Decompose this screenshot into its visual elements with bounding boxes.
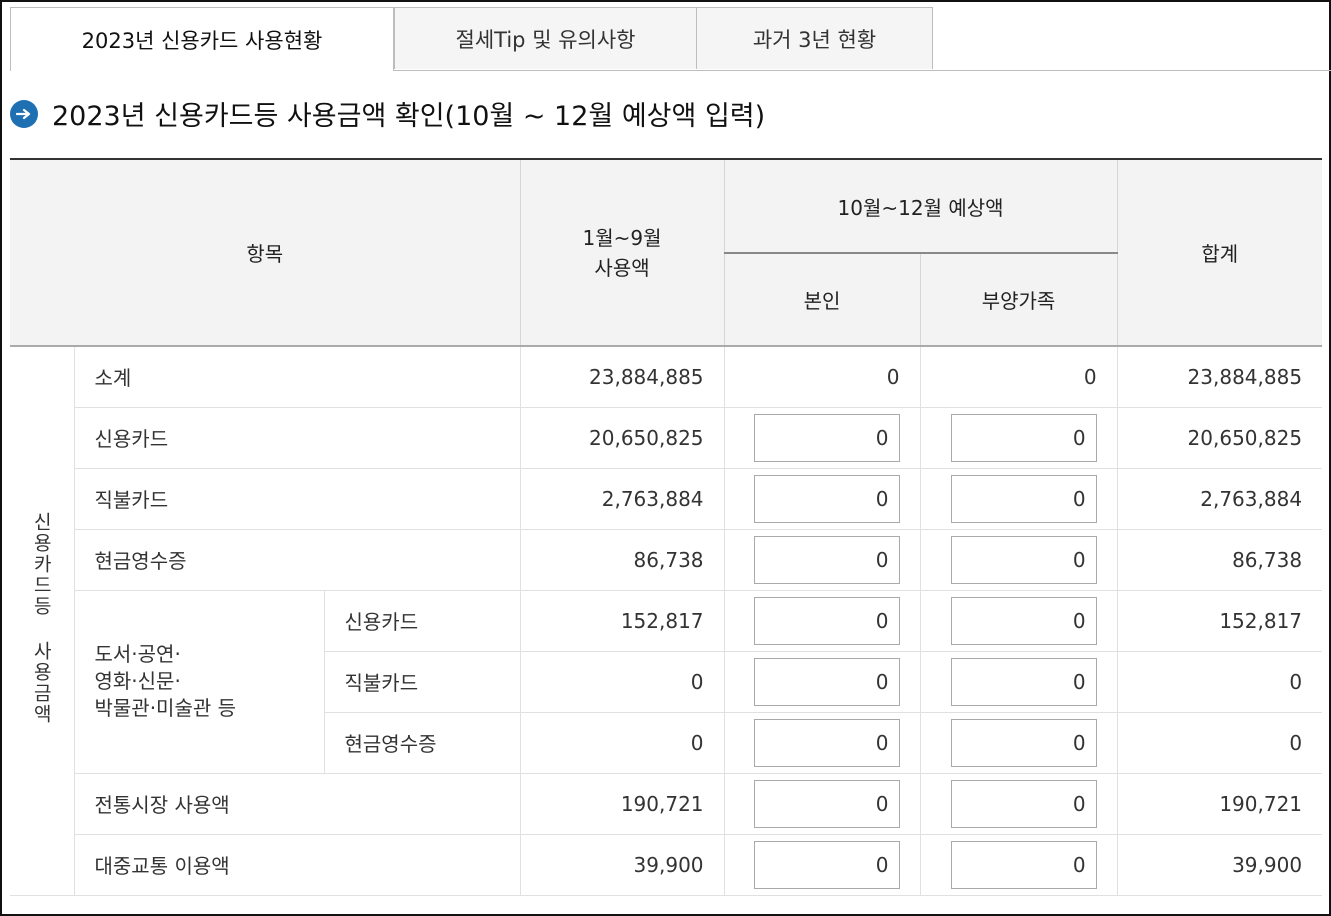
self-input[interactable] xyxy=(753,779,900,828)
jan-sep-value: 86,738 xyxy=(519,528,725,591)
dependent-input[interactable] xyxy=(950,535,1097,584)
header-oct-dec: 10월~12월 예상액 xyxy=(723,158,1118,254)
row-label: 신용카드 xyxy=(323,589,521,652)
header-dependent: 부양가족 xyxy=(919,253,1118,347)
dependent-input[interactable] xyxy=(950,840,1097,889)
group-label: 신용카드등 사용금액 xyxy=(10,345,75,896)
total-value: 0 xyxy=(1116,711,1323,774)
table-row: 신용카드등 사용금액 소계 23,884,885 0 0 23,884,885 xyxy=(10,345,1323,896)
jan-sep-value: 190,721 xyxy=(519,772,725,835)
row-label: 대중교통 이용액 xyxy=(73,833,521,896)
self-input[interactable] xyxy=(753,657,900,706)
tab-bar: 2023년 신용카드 사용현황 절세Tip 및 유의사항 과거 3년 현황 xyxy=(10,7,1331,71)
jan-sep-value: 20,650,825 xyxy=(519,406,725,469)
total-value: 2,763,884 xyxy=(1116,467,1323,530)
total-value: 0 xyxy=(1116,650,1323,713)
self-input[interactable] xyxy=(753,474,900,523)
header-self: 본인 xyxy=(724,253,921,347)
table-row: 전통시장 사용액 190,721 190,721 xyxy=(10,772,1323,835)
header-item: 항목 xyxy=(10,158,521,347)
row-label: 전통시장 사용액 xyxy=(73,772,521,835)
dependent-input[interactable] xyxy=(950,596,1097,645)
table-row: 도서·공연· 영화·신문· 박물관·미술관 등 신용카드 152,817 152… xyxy=(10,589,1323,774)
jan-sep-value: 2,763,884 xyxy=(519,467,725,530)
self-input[interactable] xyxy=(753,596,900,645)
row-label: 직불카드 xyxy=(73,467,521,530)
total-value: 39,900 xyxy=(1116,833,1323,896)
self-input[interactable] xyxy=(753,413,900,462)
total-value: 20,650,825 xyxy=(1116,406,1323,469)
row-label: 직불카드 xyxy=(323,650,521,713)
row-label: 현금영수증 xyxy=(73,528,521,591)
header-jan-sep: 1월~9월 사용액 xyxy=(519,158,725,347)
table-row: 현금영수증 86,738 86,738 xyxy=(10,528,1323,591)
section-title: 2023년 신용카드등 사용금액 확인(10월 ~ 12월 예상액 입력) xyxy=(10,94,765,133)
jan-sep-value: 0 xyxy=(519,650,725,713)
dependent-input[interactable] xyxy=(950,779,1097,828)
total-value: 23,884,885 xyxy=(1116,345,1323,408)
table-row: 직불카드 2,763,884 2,763,884 xyxy=(10,467,1323,530)
jan-sep-value: 39,900 xyxy=(519,833,725,896)
table-row: 신용카드 20,650,825 20,650,825 xyxy=(10,406,1323,469)
tab-tax-tips[interactable]: 절세Tip 및 유의사항 xyxy=(394,7,697,69)
self-value: 0 xyxy=(723,345,921,408)
total-value: 190,721 xyxy=(1116,772,1323,835)
row-label: 현금영수증 xyxy=(323,711,521,774)
subgroup-label: 도서·공연· 영화·신문· 박물관·미술관 등 xyxy=(73,589,325,774)
header-total: 합계 xyxy=(1116,158,1323,347)
total-value: 152,817 xyxy=(1116,589,1323,652)
card-usage-table: 항목 1월~9월 사용액 10월~12월 예상액 합계 본인 부양가족 신용카드… xyxy=(10,158,1323,896)
dependent-input[interactable] xyxy=(950,718,1097,767)
row-label: 신용카드 xyxy=(73,406,521,469)
section-title-text: 2023년 신용카드등 사용금액 확인(10월 ~ 12월 예상액 입력) xyxy=(52,101,766,132)
dependent-input[interactable] xyxy=(950,474,1097,523)
jan-sep-value: 152,817 xyxy=(519,589,725,652)
row-label: 소계 xyxy=(73,345,521,408)
total-value: 86,738 xyxy=(1116,528,1323,591)
table-row: 대중교통 이용액 39,900 39,900 xyxy=(10,833,1323,896)
self-input[interactable] xyxy=(753,840,900,889)
self-input[interactable] xyxy=(753,535,900,584)
tab-2023-usage[interactable]: 2023년 신용카드 사용현황 xyxy=(10,7,394,71)
self-input[interactable] xyxy=(753,718,900,767)
jan-sep-value: 23,884,885 xyxy=(519,345,725,408)
arrow-right-icon xyxy=(10,99,38,128)
tab-past-3-years[interactable]: 과거 3년 현황 xyxy=(696,7,933,69)
jan-sep-value: 0 xyxy=(519,711,725,774)
dependent-input[interactable] xyxy=(950,413,1097,462)
dependent-value: 0 xyxy=(919,345,1118,408)
dependent-input[interactable] xyxy=(950,657,1097,706)
